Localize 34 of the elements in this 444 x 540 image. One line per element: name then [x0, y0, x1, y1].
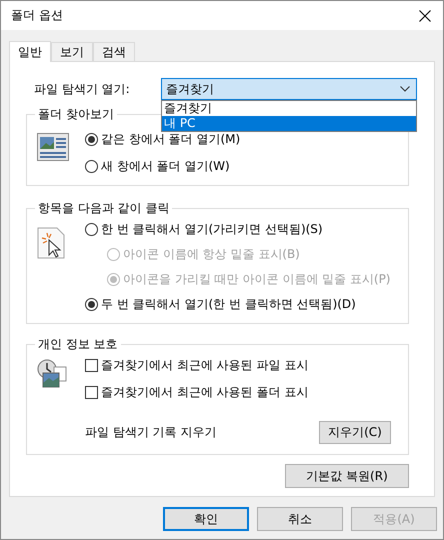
- window-picture-icon: [37, 133, 69, 161]
- radio-label: 같은 창에서 폴더 열기(M): [101, 131, 240, 148]
- radio-button[interactable]: [85, 133, 98, 146]
- window-title: 폴더 옵션: [11, 7, 63, 24]
- cursor-on-page-icon: [37, 227, 65, 259]
- dropdown-option[interactable]: 내 PC: [162, 116, 416, 131]
- restore-defaults-button[interactable]: 기본값 복원(R): [285, 464, 409, 488]
- radio-label: 한 번 클릭해서 열기(가리키면 선택됨)(S): [101, 221, 323, 238]
- open-explorer-label: 파일 탐색기 열기:: [34, 80, 131, 98]
- clear-button[interactable]: 지우기(C): [319, 421, 391, 444]
- radio-button[interactable]: [85, 298, 98, 311]
- group-title: 폴더 찾아보기: [37, 106, 115, 123]
- tab[interactable]: 보기: [51, 42, 93, 61]
- checkbox-label: 즐겨찾기에서 최근에 사용된 파일 표시: [101, 357, 308, 374]
- radio-button[interactable]: [85, 160, 98, 173]
- radio-label: 아이콘을 가리킬 때만 아이콘 이름에 밑줄 표시(P): [123, 271, 390, 288]
- radio-button[interactable]: [85, 223, 98, 236]
- dialog-button[interactable]: 확인: [163, 507, 249, 531]
- tab[interactable]: 일반: [9, 41, 51, 62]
- clock-and-pictures-icon: [37, 359, 69, 389]
- clear-history-label: 파일 탐색기 기록 지우기: [85, 424, 216, 441]
- open-explorer-dropdown[interactable]: 즐겨찾기: [161, 78, 417, 100]
- radio-label: 아이콘 이름에 항상 밑줄 표시(B): [123, 246, 300, 263]
- checkbox-label: 즐겨찾기에서 최근에 사용된 폴더 표시: [101, 384, 308, 401]
- group-title: 항목을 다음과 같이 클릭: [37, 200, 170, 217]
- close-icon[interactable]: [419, 10, 431, 22]
- checkbox[interactable]: [85, 386, 98, 399]
- dialog-button[interactable]: 취소: [257, 507, 343, 531]
- radio-label: 두 번 클릭해서 열기(한 번 클릭하면 선택됨)(D): [101, 296, 356, 313]
- checkbox[interactable]: [85, 359, 98, 372]
- group-title: 개인 정보 보호: [37, 336, 119, 353]
- tab[interactable]: 검색: [93, 42, 135, 61]
- radio-label: 새 창에서 폴더 열기(W): [101, 158, 230, 175]
- chevron-down-icon: [400, 86, 410, 92]
